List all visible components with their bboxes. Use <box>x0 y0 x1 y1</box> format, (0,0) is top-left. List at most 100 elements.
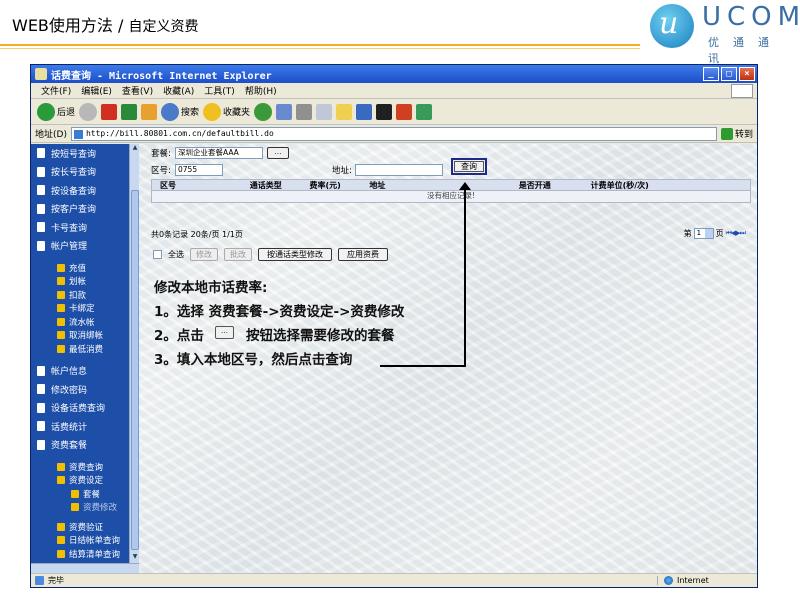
back-arrow-icon <box>37 102 55 121</box>
research-icon[interactable] <box>356 103 373 120</box>
sidebar-sub-label: 结算清单查询 <box>69 549 121 560</box>
menu-tools[interactable]: 工具(T) <box>204 84 235 97</box>
toolbar-red-icon[interactable] <box>396 103 413 120</box>
print-icon[interactable] <box>296 103 313 120</box>
scroll-thumb[interactable] <box>131 190 139 550</box>
menu-view[interactable]: 查看(V) <box>122 84 153 97</box>
search-button[interactable]: 搜索 <box>161 102 199 121</box>
page-suffix: 页 <box>715 229 724 238</box>
edit-icon[interactable] <box>316 103 333 120</box>
sidebar-item-device-query[interactable]: 按设备查询 <box>31 181 139 200</box>
sidebar-sub-ledger[interactable]: 流水帐 <box>31 315 139 329</box>
sidebar-item-short-number-query[interactable]: 按短号查询 <box>31 144 139 163</box>
modify-button[interactable]: 修改 <box>190 248 218 261</box>
col-call-type: 通话类型 <box>249 180 282 190</box>
batch-modify-button[interactable]: 批改 <box>224 248 252 261</box>
sidebar-item-account-management[interactable]: 帐户管理 <box>31 237 139 256</box>
page-nav-icons[interactable]: ⏮◀▶⏭ <box>726 229 746 238</box>
close-button[interactable]: × <box>739 67 755 81</box>
sidebar-horizontal-scrollbar[interactable] <box>31 563 139 573</box>
sidebar-sub-tariff-verify[interactable]: 资费验证 <box>31 520 139 534</box>
minimize-button[interactable]: _ <box>703 67 719 81</box>
sidebar-sub-tariff-modify[interactable]: 资费修改 <box>31 501 139 515</box>
back-label: 后退 <box>57 108 76 118</box>
sidebar-sub-package[interactable]: 套餐 <box>31 487 139 501</box>
sidebar-item-card-query[interactable]: 卡号查询 <box>31 218 139 237</box>
sidebar-vertical-scrollbar[interactable]: ▲ ▼ <box>129 144 139 573</box>
back-button[interactable]: 后退 <box>37 102 76 121</box>
sidebar-sub-label: 资费设定 <box>69 476 104 487</box>
apply-tariff-button[interactable]: 应用资费 <box>338 248 388 261</box>
sidebar-sub-settlement[interactable]: 结算清单查询 <box>31 547 139 561</box>
sidebar-sub-card-bind[interactable]: 卡绑定 <box>31 302 139 316</box>
doc-icon <box>37 402 45 413</box>
sidebar-sub-tariff-setting[interactable]: 资费设定 <box>31 474 139 488</box>
mail-icon[interactable] <box>276 103 293 120</box>
sidebar-item-customer-query[interactable]: 按客户查询 <box>31 200 139 219</box>
sidebar-sub-label: 资费查询 <box>69 462 104 473</box>
menu-file[interactable]: 文件(F) <box>41 84 71 97</box>
book-icon <box>57 536 65 545</box>
sidebar-item-tariff-package[interactable]: 资费套餐 <box>31 436 139 455</box>
sidebar-item-device-fee-query[interactable]: 设备话费查询 <box>31 399 139 418</box>
go-button[interactable]: 转到 <box>720 127 753 140</box>
sidebar-sub-recharge[interactable]: 充值 <box>31 261 139 275</box>
area-code-input[interactable]: 0755 <box>175 164 223 176</box>
home-icon[interactable] <box>141 103 158 120</box>
slide-title-sub: 自定义资费 <box>128 19 199 35</box>
sidebar-item-fee-stats[interactable]: 话费统计 <box>31 417 139 436</box>
sidebar-sub-deduct[interactable]: 扣款 <box>31 288 139 302</box>
sidebar-item-change-password[interactable]: 修改密码 <box>31 380 139 399</box>
doc-icon <box>37 185 45 196</box>
toolbar-people-icon[interactable] <box>416 103 433 120</box>
sidebar-sub-label: 取消绑帐 <box>69 331 104 342</box>
sidebar-sub-daily-bill[interactable]: 日结帐单查询 <box>31 534 139 548</box>
query-label: 查询 <box>454 161 484 172</box>
instruction-heading: 修改本地市话费率: <box>154 280 268 296</box>
book-icon <box>57 317 65 326</box>
sidebar-sub-transfer[interactable]: 划帐 <box>31 275 139 289</box>
menu-edit[interactable]: 编辑(E) <box>81 84 112 97</box>
messenger-icon[interactable] <box>376 103 393 120</box>
sidebar-sub-min-consumption[interactable]: 最低消费 <box>31 342 139 356</box>
doc-icon <box>37 439 45 450</box>
scroll-down-icon[interactable]: ▼ <box>130 553 139 563</box>
package-input[interactable]: 深圳企业套餐AAA <box>175 147 263 159</box>
sidebar-sub-tariff-query[interactable]: 资费查询 <box>31 460 139 474</box>
status-bar: 完毕 Internet <box>31 573 757 587</box>
stop-icon[interactable] <box>101 103 118 120</box>
instruction-step-2b: 按钮选择需要修改的套餐 <box>246 328 395 344</box>
maximize-button[interactable]: □ <box>721 67 737 81</box>
url-page-icon <box>73 129 83 139</box>
go-label: 转到 <box>734 130 753 140</box>
table-empty-row: 没有相应记录! <box>151 191 751 203</box>
package-label: 套餐: <box>151 149 171 159</box>
page-select[interactable]: 1 <box>693 228 714 239</box>
folder-icon[interactable] <box>336 103 353 120</box>
menu-favorites[interactable]: 收藏(A) <box>163 84 194 97</box>
logo-brand-sub: 优通通讯 <box>708 36 783 65</box>
favorites-button[interactable]: 收藏夹 <box>203 102 250 121</box>
instruction-step-3: 3。填入本地区号，然后点击查询 <box>154 352 353 368</box>
refresh-icon[interactable] <box>121 103 138 120</box>
url-input[interactable]: http://bill.80801.com.cn/defaultbill.do <box>70 126 717 141</box>
sidebar-sub-unbind[interactable]: 取消绑帐 <box>31 329 139 343</box>
callout-line-horizontal <box>380 365 466 367</box>
menu-help[interactable]: 帮助(H) <box>245 84 277 97</box>
table-header: 区号 通话类型 费率(元) 地址 是否开通 计费单位(秒/次) <box>151 179 751 191</box>
sidebar-item-account-info[interactable]: 帐户信息 <box>31 362 139 381</box>
action-bar: 全选 修改 批改 按通话类型修改 应用资费 <box>153 248 388 261</box>
title-rule <box>0 44 640 46</box>
sidebar-item-label: 资费套餐 <box>51 441 88 452</box>
history-icon[interactable] <box>254 102 273 121</box>
scroll-up-icon[interactable]: ▲ <box>130 144 139 154</box>
address-field-input[interactable] <box>355 164 443 176</box>
query-button[interactable]: 查询 <box>451 158 487 175</box>
forward-icon[interactable] <box>79 102 98 121</box>
go-arrow-icon <box>720 127 733 140</box>
modify-by-type-button[interactable]: 按通话类型修改 <box>258 248 332 261</box>
select-all-checkbox[interactable] <box>153 250 162 259</box>
col-enabled: 是否开通 <box>518 180 551 190</box>
package-select-button[interactable]: … <box>267 147 289 159</box>
sidebar-item-long-number-query[interactable]: 按长号查询 <box>31 163 139 182</box>
